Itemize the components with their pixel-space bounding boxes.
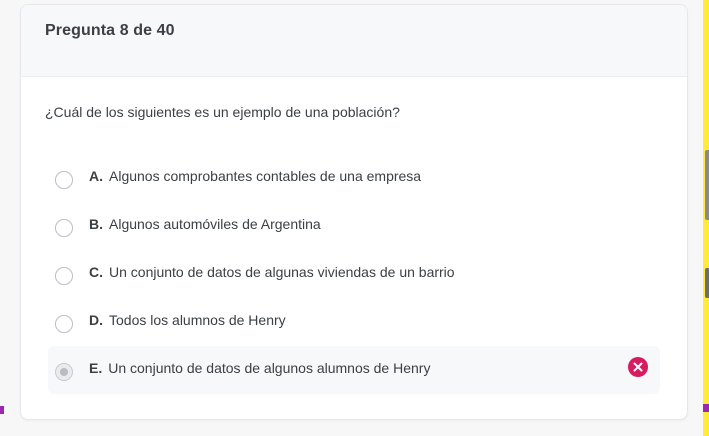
radio-button[interactable] — [55, 315, 73, 333]
answer-option-e[interactable]: E. Un conjunto de datos de algunos alumno… — [48, 346, 660, 394]
question-text: ¿Cuál de los siguientes es un ejemplo de… — [45, 104, 400, 120]
background-edge-image — [705, 268, 709, 298]
answer-option-label: D. Todos los alumnos de Henry — [89, 312, 286, 328]
answer-option-text: Todos los alumnos de Henry — [109, 312, 286, 328]
answer-option-a[interactable]: A. Algunos comprobantes contables de una … — [45, 154, 661, 202]
answer-option-letter: B. — [89, 216, 103, 232]
radio-button[interactable] — [55, 267, 73, 285]
answer-option-text: Algunos automóviles de Argentina — [109, 216, 321, 232]
answer-option-letter: A. — [89, 168, 103, 184]
question-card: Pregunta 8 de 40 ¿Cuál de los siguientes… — [20, 4, 688, 420]
background-edge-image — [705, 150, 709, 220]
answer-option-letter: C. — [89, 264, 103, 280]
answer-option-label: E. Un conjunto de datos de algunos alumno… — [89, 360, 430, 376]
answer-option-text: Algunos comprobantes contables de una em… — [109, 168, 422, 184]
answer-option-letter: E. — [89, 360, 103, 376]
answer-option-b[interactable]: B. Algunos automóviles de Argentina — [45, 202, 661, 250]
radio-button[interactable] — [55, 219, 73, 237]
close-icon — [633, 362, 643, 372]
answer-option-label: B. Algunos automóviles de Argentina — [89, 216, 321, 232]
answer-options: A. Algunos comprobantes contables de una … — [45, 154, 661, 394]
answer-option-text: Un conjunto de datos de algunos alumnos … — [108, 360, 431, 376]
radio-button[interactable] — [55, 171, 73, 189]
question-counter: Pregunta 8 de 40 — [45, 22, 175, 39]
answer-option-text: Un conjunto de datos de algunas vivienda… — [109, 264, 455, 280]
answer-option-label: C. Un conjunto de datos de algunas vivien… — [89, 264, 455, 280]
background-edge-marker — [0, 406, 4, 414]
answer-option-letter: D. — [89, 312, 103, 328]
question-card-header: Pregunta 8 de 40 — [21, 5, 687, 77]
page: Pregunta 8 de 40 ¿Cuál de los siguientes… — [0, 0, 709, 436]
background-edge-marker — [703, 404, 709, 412]
radio-button-selected[interactable] — [55, 363, 73, 381]
answer-option-c[interactable]: C. Un conjunto de datos de algunas vivien… — [45, 250, 661, 298]
answer-option-d[interactable]: D. Todos los alumnos de Henry — [45, 298, 661, 346]
question-card-body: ¿Cuál de los siguientes es un ejemplo de… — [21, 77, 687, 394]
close-circle-icon — [628, 357, 648, 377]
answer-option-label: A. Algunos comprobantes contables de una … — [89, 168, 421, 184]
